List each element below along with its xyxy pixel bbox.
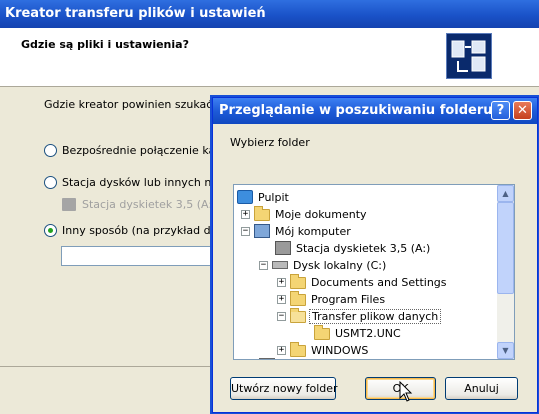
tree-node-documents-and-settings[interactable]: + Documents and Settings [277, 274, 449, 290]
tree-node-label: Documents and Settings [311, 275, 447, 289]
collapse-icon[interactable]: − [277, 311, 286, 321]
wizard-title: Kreator transferu plików i ustawień [5, 6, 266, 21]
new-folder-button[interactable]: Utwórz nowy folder [230, 377, 338, 400]
folder-icon [290, 291, 306, 306]
tree-node-label-selected: Transfer plikow danych [309, 308, 442, 324]
radio-direct-cable[interactable] [44, 144, 57, 157]
browse-folder-dialog: Przeglądanie w poszukiwaniu folderu ? ✕ … [212, 97, 538, 413]
tree-node-label: Mój komputer [275, 224, 351, 238]
wizard-title-bar[interactable]: Kreator transferu plików i ustawień [0, 0, 539, 28]
floppy-icon [275, 241, 291, 255]
scroll-thumb[interactable] [497, 202, 514, 294]
folder-icon [314, 325, 330, 340]
folder-tree[interactable]: Pulpit + Moje dokumenty − Mój komputer S… [233, 184, 515, 360]
radio-removable-media[interactable] [44, 176, 57, 189]
folder-icon [290, 342, 306, 357]
tree-node-label: Moje dokumenty [275, 207, 367, 221]
help-button[interactable]: ? [491, 101, 510, 120]
open-folder-icon [290, 308, 306, 323]
tree-node-program-files[interactable]: + Program Files [277, 291, 387, 307]
drive-icon [259, 358, 275, 359]
tree-node-usmt2[interactable]: USMT2.UNC [314, 325, 403, 341]
drive-select: Stacja dyskietek 3,5 (A:) [62, 198, 216, 211]
cancel-button[interactable]: Anuluj [445, 377, 518, 400]
tree-node-local-disk[interactable]: − Dysk lokalny (C:) [259, 257, 388, 273]
radio-other-way[interactable] [44, 224, 57, 237]
option-other-way[interactable]: Inny sposób (na przykład dysk s [44, 224, 238, 237]
wizard-question: Gdzie kreator powinien szukać zebr [44, 98, 240, 111]
floppy-drive-icon [62, 198, 76, 211]
tree-node-label: WINDOWS [311, 343, 369, 357]
option-direct-cable-label: Bezpośrednie połączenie kablo [62, 144, 233, 157]
tree-node-floppy[interactable]: Stacja dyskietek 3,5 (A:) [275, 240, 432, 256]
tree-node-my-computer[interactable]: − Mój komputer [241, 223, 353, 239]
tree-node-label: Program Files [311, 292, 386, 306]
tree-node-desktop[interactable]: Pulpit [237, 189, 291, 205]
scroll-down-arrow-icon[interactable]: ▼ [497, 342, 514, 359]
drive-select-label: Stacja dyskietek 3,5 (A:) [82, 198, 217, 211]
tree-node-windows[interactable]: + WINDOWS [277, 342, 370, 358]
collapse-icon[interactable]: − [259, 260, 268, 270]
folder-icon [254, 206, 270, 221]
expand-icon[interactable]: + [277, 294, 286, 304]
tree-node-label: USMT2.UNC [335, 326, 401, 340]
mouse-pointer-icon [399, 381, 413, 402]
option-direct-cable[interactable]: Bezpośrednie połączenie kablo [44, 144, 232, 157]
scroll-up-arrow-icon[interactable]: ▲ [497, 185, 514, 202]
computer-icon [254, 224, 270, 238]
tree-node-label: Stacja dyskietek 3,5 (A:) [296, 241, 431, 255]
close-button[interactable]: ✕ [513, 101, 532, 120]
wizard-header-title: Gdzie są pliki i ustawienia? [21, 38, 189, 51]
tree-node-transfer-folder[interactable]: − Transfer plikow danych [277, 308, 442, 324]
expand-icon[interactable]: + [277, 277, 286, 287]
option-removable-media[interactable]: Stacja dysków lub innych nośnik [44, 176, 240, 189]
dialog-title: Przeglądanie w poszukiwaniu folderu [219, 103, 493, 118]
tree-node-my-documents[interactable]: + Moje dokumenty [241, 206, 369, 222]
harddisk-icon [272, 261, 288, 269]
expand-icon[interactable]: + [277, 345, 286, 355]
path-input[interactable] [61, 246, 221, 266]
tree-node-label: Pulpit [258, 190, 289, 204]
tree-scrollbar[interactable]: ▲ ▼ [497, 185, 514, 359]
tree-node-label: Dysk lokalny (C:) [293, 258, 387, 272]
collapse-icon[interactable]: − [241, 226, 250, 236]
desktop-icon [237, 190, 253, 204]
folder-icon [290, 274, 306, 289]
tree-node-next-drive[interactable] [259, 357, 282, 359]
expand-icon[interactable]: + [241, 209, 250, 219]
dialog-title-bar[interactable]: Przeglądanie w poszukiwaniu folderu ? ✕ [213, 98, 537, 124]
transfer-wizard-logo-icon [446, 33, 492, 79]
dialog-prompt: Wybierz folder [230, 136, 310, 149]
